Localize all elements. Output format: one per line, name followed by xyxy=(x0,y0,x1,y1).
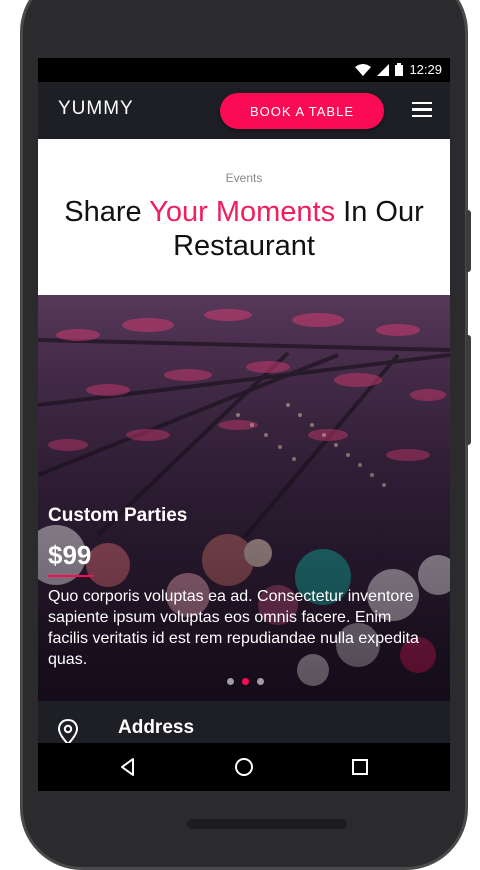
slider-pagination xyxy=(227,678,264,685)
recents-icon[interactable] xyxy=(348,755,372,779)
event-slide[interactable]: Custom Parties $99 Quo corporis voluptas… xyxy=(38,295,450,701)
price-underline xyxy=(48,575,94,577)
volume-button xyxy=(466,210,471,272)
app-bar: YUMMY BOOK A TABLE xyxy=(38,82,450,139)
bottom-speaker xyxy=(187,819,347,829)
status-time: 12:29 xyxy=(409,62,442,77)
event-title: Custom Parties xyxy=(48,505,188,526)
event-description: Quo corporis voluptas ea ad. Consectetur… xyxy=(48,588,419,668)
battery-icon xyxy=(395,63,404,76)
brand-logo[interactable]: YUMMY xyxy=(58,98,134,120)
screen: 12:29 YUMMY BOOK A TABLE Events Share Yo… xyxy=(38,58,450,791)
headline-accent: Your Moments xyxy=(149,196,336,228)
pagination-dot[interactable] xyxy=(257,678,264,685)
book-a-table-button[interactable]: BOOK A TABLE xyxy=(220,93,384,129)
headline-pre: Share xyxy=(64,196,150,228)
back-icon[interactable] xyxy=(116,755,140,779)
section-eyebrow: Events xyxy=(225,171,263,185)
signal-icon xyxy=(377,63,390,76)
event-price: $99 xyxy=(48,540,92,570)
address-label: Address xyxy=(118,717,195,738)
status-bar: 12:29 xyxy=(38,58,450,82)
wifi-icon xyxy=(355,63,372,76)
pagination-dot-active[interactable] xyxy=(242,678,249,685)
section-headline: Share Your Moments In Our Restaurant xyxy=(38,195,450,263)
menu-icon[interactable] xyxy=(412,102,432,118)
pagination-dot[interactable] xyxy=(227,678,234,685)
events-section-header: Events Share Your Moments In Our Restaur… xyxy=(38,139,450,295)
address-section: Address xyxy=(38,701,450,745)
home-icon[interactable] xyxy=(232,755,256,779)
android-nav-bar xyxy=(38,743,450,791)
location-pin-icon xyxy=(57,719,79,745)
power-button xyxy=(466,335,471,445)
